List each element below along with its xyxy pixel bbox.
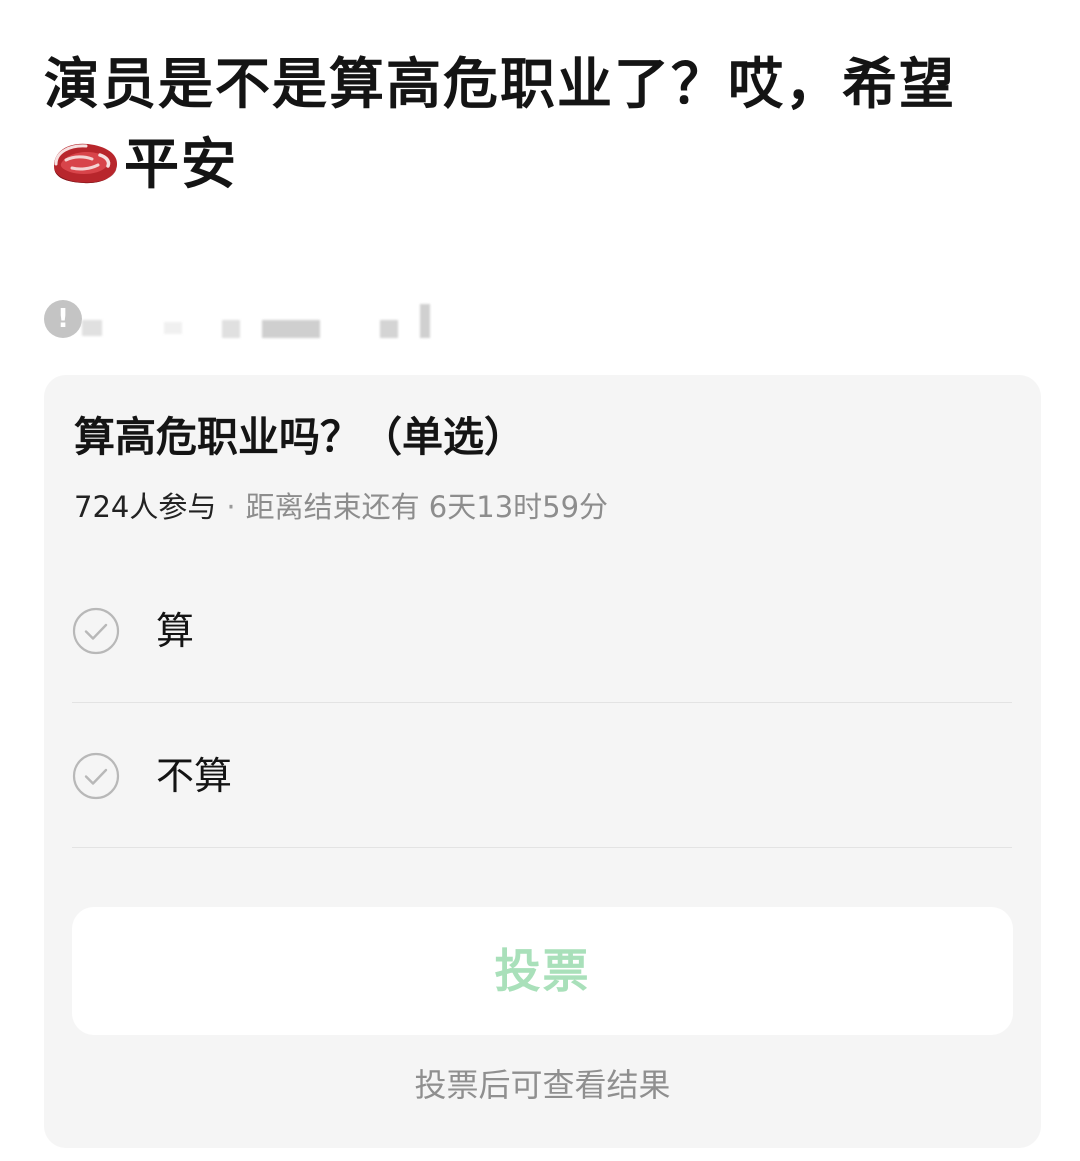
meta-separator: · bbox=[226, 490, 236, 524]
poll-meta: 724人参与 · 距离结束还有 6天13时59分 bbox=[74, 487, 608, 527]
poll-participants: 724人参与 bbox=[74, 490, 217, 524]
blurred-text-block bbox=[222, 320, 240, 338]
steak-icon bbox=[54, 143, 118, 183]
post-title-text: 演员是不是算高危职业了？哎，希望 bbox=[44, 52, 957, 116]
vote-hint: 投票后可查看结果 bbox=[414, 1066, 671, 1104]
blurred-text-block bbox=[164, 322, 182, 334]
post-title: 演员是不是算高危职业了？哎，希望 平安 bbox=[44, 44, 1034, 204]
check-circle-icon bbox=[72, 752, 120, 799]
blurred-text-block bbox=[420, 304, 430, 338]
check-circle-icon bbox=[72, 607, 120, 654]
vote-button[interactable]: 投票 bbox=[72, 907, 1013, 1035]
poll-option-label: 不算 bbox=[156, 753, 233, 798]
poll-option-1[interactable]: 算 bbox=[72, 559, 1012, 703]
blurred-text-block bbox=[82, 320, 102, 336]
poll-option-2[interactable]: 不算 bbox=[72, 704, 1012, 848]
poll-card: 算高危职业吗？（单选） 724人参与 · 距离结束还有 6天13时59分 算 不算 … bbox=[44, 375, 1041, 1148]
notice-row: ! bbox=[44, 298, 464, 342]
poll-deadline: 距离结束还有 6天13时59分 bbox=[245, 490, 609, 524]
poll-question: 算高危职业吗？（单选） bbox=[74, 413, 525, 461]
blurred-text-block bbox=[380, 320, 398, 338]
poll-option-label: 算 bbox=[156, 608, 195, 653]
exclamation-icon: ! bbox=[44, 300, 82, 338]
post-title-text-end: 平安 bbox=[124, 132, 239, 196]
page: 演员是不是算高危职业了？哎，希望 平安 ! 算高危职业吗？（单选） 724人参与… bbox=[0, 0, 1080, 1161]
blurred-text-block bbox=[262, 320, 320, 338]
